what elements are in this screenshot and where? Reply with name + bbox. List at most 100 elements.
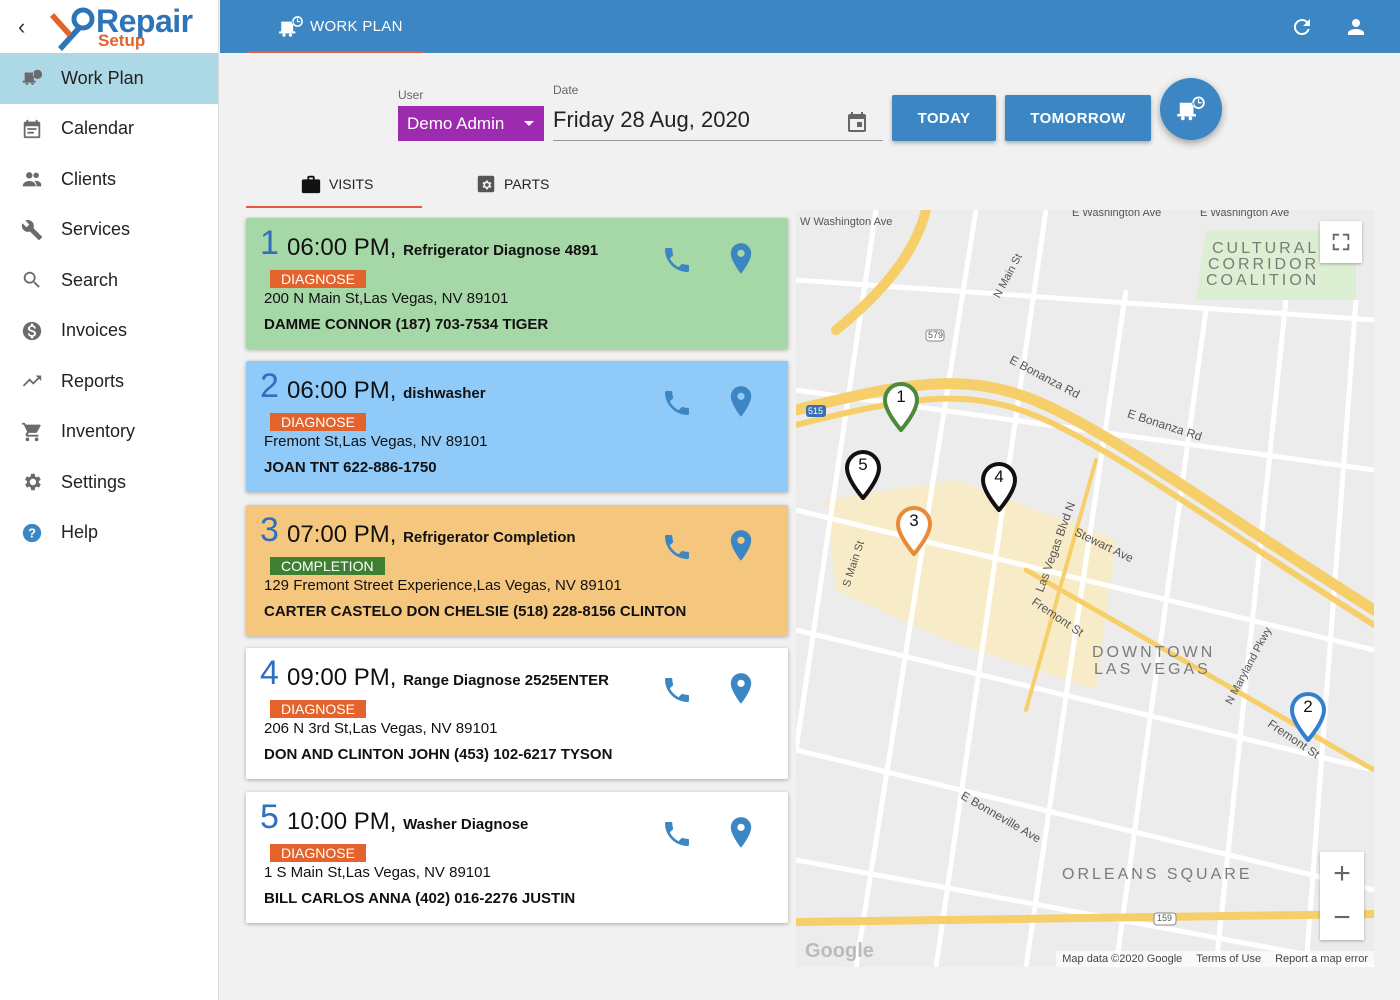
route-plan-button[interactable] <box>1160 78 1222 140</box>
status-badge: DIAGNOSE <box>270 844 366 862</box>
marker-label: 5 <box>858 455 868 474</box>
user-select[interactable]: Demo Admin <box>398 106 544 141</box>
chevron-down-icon <box>524 121 534 126</box>
visit-card[interactable]: 4 09:00 PM, Range Diagnose 2525ENTER DIA… <box>246 648 788 779</box>
sidebar-item-inventory[interactable]: Inventory <box>0 407 218 458</box>
wrench-icon <box>20 218 44 242</box>
visit-number: 5 <box>260 798 279 836</box>
visit-time-value: 07:00 PM, <box>287 521 397 548</box>
sidebar-item-label: Search <box>61 269 119 290</box>
map-marker[interactable]: 1 <box>882 381 920 434</box>
visit-card[interactable]: 2 06:00 PM, dishwasher DIAGNOSE Fremont … <box>246 361 788 492</box>
tab-indicator <box>246 206 422 208</box>
phone-icon[interactable] <box>661 244 693 276</box>
gear-icon <box>20 470 44 494</box>
map-label: E Washington Ave <box>1072 210 1162 219</box>
sidebar-item-label: Reports <box>61 370 125 391</box>
terms-link[interactable]: Terms of Use <box>1196 953 1261 965</box>
map-label: DOWNTOWN <box>1092 644 1216 661</box>
route-shield: 515 <box>808 406 824 416</box>
map-marker[interactable]: 3 <box>895 505 933 558</box>
top-bar: WORK PLAN <box>220 0 1400 53</box>
visit-time-value: 09:00 PM, <box>287 664 397 691</box>
refresh-icon[interactable] <box>1290 15 1314 39</box>
visit-number: 3 <box>260 511 279 549</box>
sidebar-item-services[interactable]: Services <box>0 205 218 256</box>
phone-icon[interactable] <box>661 387 693 419</box>
sidebar-item-reports[interactable]: Reports <box>0 356 218 407</box>
location-pin-icon[interactable] <box>727 385 755 419</box>
visit-service: Refrigerator Diagnose 4891 <box>403 242 599 259</box>
sidebar-item-work-plan[interactable]: Work Plan <box>0 53 218 104</box>
google-logo: Google <box>805 940 874 962</box>
visit-card[interactable]: 3 07:00 PM, Refrigerator Completion COMP… <box>246 505 788 636</box>
location-pin-icon[interactable] <box>727 672 755 706</box>
visit-time: 06:00 PM, Refrigerator Diagnose 4891 <box>287 234 598 262</box>
sidebar-item-invoices[interactable]: Invoices <box>0 306 218 357</box>
visit-client: CARTER CASTELO DON CHELSIE (518) 228-815… <box>264 603 687 620</box>
location-pin-icon[interactable] <box>727 242 755 276</box>
help-icon: ? <box>20 521 44 545</box>
user-select-value: Demo Admin <box>407 113 505 133</box>
back-chevron-icon[interactable]: ‹ <box>18 14 48 40</box>
brand-bar: ‹ Repair Setup <box>0 0 218 53</box>
briefcase-icon <box>301 175 321 194</box>
marker-label: 4 <box>994 467 1004 486</box>
map-label: ORLEANS SQUARE <box>1062 866 1253 883</box>
status-badge: DIAGNOSE <box>270 270 366 288</box>
sidebar-item-help[interactable]: ? Help <box>0 508 218 559</box>
account-icon[interactable] <box>1344 15 1368 39</box>
tab-visits[interactable]: VISITS <box>300 160 373 208</box>
work-plan-icon <box>1177 96 1205 121</box>
status-badge: COMPLETION <box>270 557 385 575</box>
wrench-logo-icon <box>50 7 95 51</box>
tab-parts-label: PARTS <box>504 176 550 192</box>
zoom-in-button[interactable]: + <box>1320 852 1364 896</box>
report-error-link[interactable]: Report a map error <box>1275 953 1368 965</box>
map-marker[interactable]: 2 <box>1289 691 1327 744</box>
phone-icon[interactable] <box>661 674 693 706</box>
calendar-icon[interactable] <box>845 110 869 134</box>
date-value: Friday 28 Aug, 2020 <box>553 107 750 132</box>
visit-client: DON AND CLINTON JOHN (453) 102-6217 TYSO… <box>264 746 613 763</box>
sidebar-item-clients[interactable]: Clients <box>0 154 218 205</box>
location-pin-icon[interactable] <box>727 816 755 850</box>
parts-icon <box>477 175 495 193</box>
zoom-controls: + − <box>1320 852 1364 940</box>
visit-card[interactable]: 5 10:00 PM, Washer Diagnose DIAGNOSE 1 S… <box>246 792 788 923</box>
sidebar-item-calendar[interactable]: Calendar <box>0 104 218 155</box>
visit-time: 09:00 PM, Range Diagnose 2525ENTER <box>287 664 609 692</box>
map-marker[interactable]: 4 <box>980 461 1018 514</box>
phone-icon[interactable] <box>661 531 693 563</box>
user-label: User <box>398 88 424 102</box>
sidebar-item-label: Work Plan <box>61 67 144 88</box>
visit-service: Refrigerator Completion <box>403 529 576 546</box>
phone-icon[interactable] <box>661 818 693 850</box>
cart-icon <box>20 420 44 444</box>
route-shield: 159 <box>1157 913 1173 923</box>
visit-time-value: 06:00 PM, <box>287 234 397 261</box>
sidebar-item-settings[interactable]: Settings <box>0 457 218 508</box>
tab-parts[interactable]: PARTS <box>475 160 549 208</box>
zoom-out-button[interactable]: − <box>1320 896 1364 940</box>
visit-number: 4 <box>260 654 279 692</box>
visit-address: Fremont St,Las Vegas, NV 89101 <box>264 433 488 450</box>
marker-label: 1 <box>896 387 906 406</box>
work-plan-icon <box>279 15 303 37</box>
map-label: W Washington Ave <box>800 216 893 228</box>
today-button[interactable]: TODAY <box>892 95 996 141</box>
sidebar-item-search[interactable]: Search <box>0 255 218 306</box>
visit-card[interactable]: 1 06:00 PM, Refrigerator Diagnose 4891 D… <box>246 218 788 349</box>
tomorrow-button[interactable]: TOMORROW <box>1005 95 1151 141</box>
location-pin-icon[interactable] <box>727 529 755 563</box>
tab-visits-label: VISITS <box>329 176 374 192</box>
map-marker[interactable]: 5 <box>844 449 882 502</box>
sidebar-item-label: Calendar <box>61 118 135 139</box>
sidebar-item-label: Invoices <box>61 320 128 341</box>
visit-address: 200 N Main St,Las Vegas, NV 89101 <box>264 290 509 307</box>
work-plan-icon <box>20 66 44 90</box>
date-field[interactable]: Friday 28 Aug, 2020 <box>553 104 883 141</box>
fullscreen-button[interactable] <box>1320 221 1362 263</box>
route-map[interactable]: W Washington Ave E Washington Ave E Wash… <box>796 210 1374 967</box>
visit-client: BILL CARLOS ANNA (402) 016-2276 JUSTIN <box>264 890 576 907</box>
